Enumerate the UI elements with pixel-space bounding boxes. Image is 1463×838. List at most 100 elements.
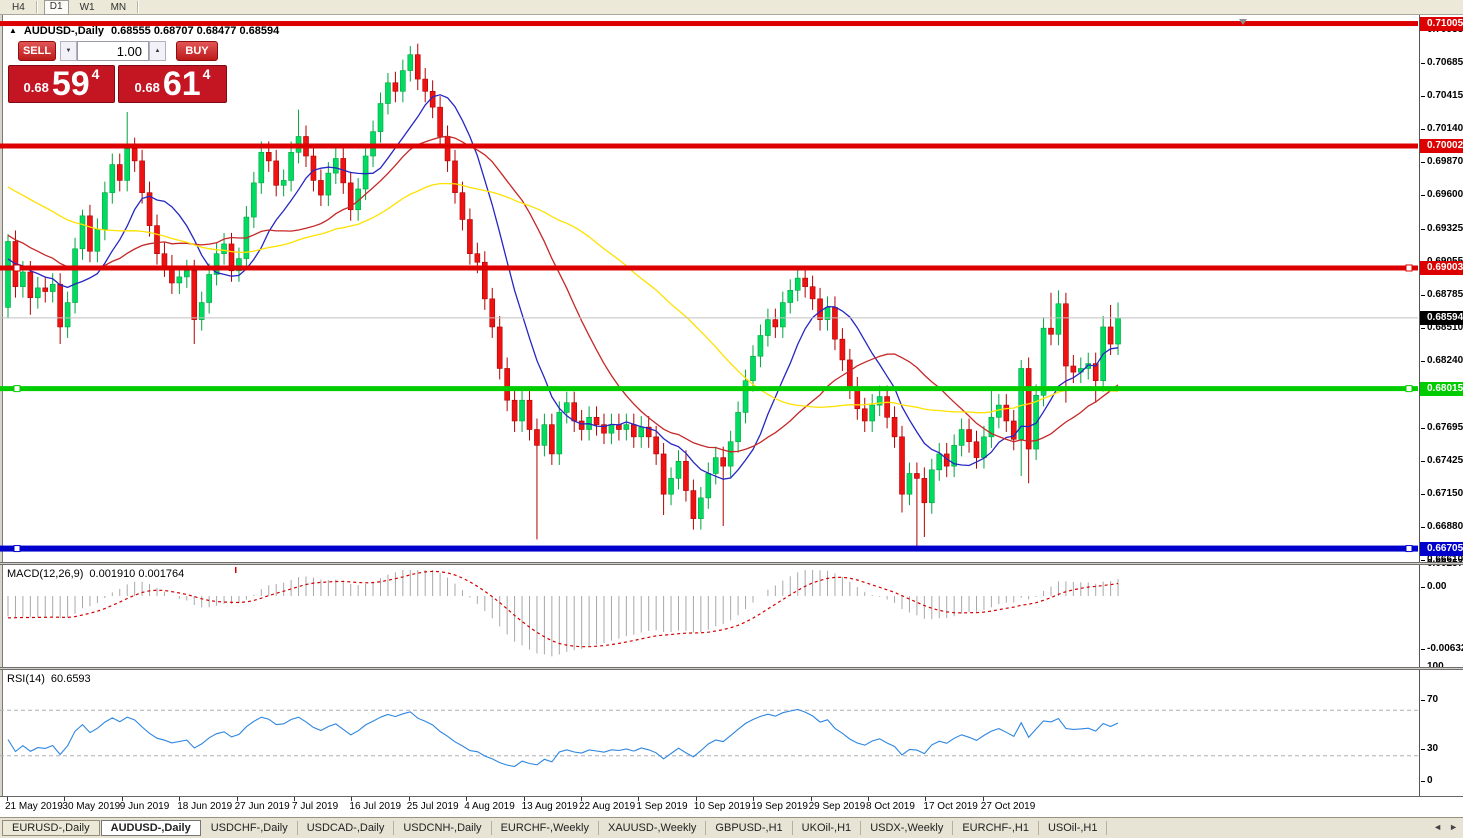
date-tick — [121, 797, 123, 801]
candle-body — [549, 424, 555, 455]
candle-body — [27, 271, 34, 298]
tab-xauusd-weekly[interactable]: XAUUSD-,Weekly — [599, 821, 707, 835]
macd-tick-artifact — [235, 567, 237, 573]
horizontal-line-0.69003[interactable] — [0, 265, 1418, 271]
horizontal-line-0.68015[interactable] — [0, 386, 1418, 392]
candle-body — [742, 380, 749, 413]
tab-gbpusd-h1[interactable]: GBPUSD-,H1 — [706, 821, 793, 835]
volume-input[interactable] — [77, 41, 149, 61]
candle-body — [921, 478, 928, 504]
candle-body — [511, 399, 518, 422]
candle-body — [452, 160, 458, 193]
candle-body — [757, 335, 764, 357]
timeframe-button-d1[interactable]: D1 — [43, 0, 69, 15]
date-tick — [64, 797, 66, 801]
candle-body — [444, 136, 451, 162]
tab-audusd-daily[interactable]: AUDUSD-,Daily — [100, 820, 201, 836]
time-axis[interactable]: 21 May 2019 30 May 2019 9 Jun 2019 18 Jun 2… — [0, 796, 1463, 817]
candle-body — [1048, 327, 1054, 335]
date-label: 27 Oct 2019 — [980, 801, 1036, 812]
candle-body — [377, 103, 384, 132]
candle-body — [750, 355, 756, 381]
sell-button[interactable]: SELL — [18, 41, 56, 61]
tab-eurchf-h1[interactable]: EURCHF-,H1 — [953, 821, 1039, 835]
date-label: 22 Aug 2019 — [579, 801, 636, 812]
candle-body — [981, 436, 987, 458]
date-tick — [523, 797, 525, 801]
candle-body — [325, 172, 332, 196]
candle-body — [869, 404, 876, 422]
volume-increase-button[interactable]: ▲ — [149, 41, 166, 61]
candle-body — [690, 490, 697, 519]
timeframe-button-w1[interactable]: W1 — [75, 1, 100, 14]
sell-price-box[interactable]: 0.68 59 4 — [8, 65, 115, 103]
level-price-label: 0.69003 — [1420, 260, 1463, 275]
candle-body — [414, 54, 421, 80]
date-tick — [810, 797, 812, 801]
candle-body — [221, 243, 227, 254]
volume-decrease-button[interactable]: ▼ — [60, 41, 77, 61]
line-handle — [13, 545, 21, 553]
candle-body — [623, 424, 630, 430]
tab-eurusd-daily[interactable]: EURUSD-,Daily — [2, 820, 100, 836]
horizontal-line-0.70002[interactable] — [0, 143, 1418, 149]
macd-histogram — [7, 570, 1119, 657]
trade-panel-toggle-icon[interactable]: ▲ — [9, 26, 17, 36]
tab-ukoil-h1[interactable]: UKOil-,H1 — [793, 821, 862, 835]
candle-body — [556, 412, 563, 455]
candle-body — [936, 453, 943, 471]
price-tick-label: 0.66880 — [1420, 521, 1463, 533]
tab-usdx-weekly[interactable]: USDX-,Weekly — [861, 821, 954, 835]
tab-scroll-left-icon[interactable]: ◄ — [1433, 822, 1442, 832]
price-tick-label: 0.68240 — [1420, 355, 1463, 367]
horizontal-line-0.66705[interactable] — [0, 545, 1418, 552]
sell-price-big-digits: 59 — [51, 65, 90, 103]
tab-usdcad-daily[interactable]: USDCAD-,Daily — [298, 821, 395, 835]
tab-usdchf-daily[interactable]: USDCHF-,Daily — [202, 821, 298, 835]
buy-button[interactable]: BUY — [176, 41, 218, 61]
tab-eurchf-weekly[interactable]: EURCHF-,Weekly — [492, 821, 599, 835]
candle-body — [57, 283, 63, 328]
candle-body — [899, 436, 905, 495]
candle-body — [1025, 368, 1032, 450]
date-tick — [925, 797, 927, 801]
price-tick-label: 0.70415 — [1420, 90, 1463, 102]
panel-separator[interactable] — [0, 562, 1463, 565]
candle-body — [720, 457, 727, 467]
chart-title-row: ▲ AUDUSD-,Daily 0.68555 0.68707 0.68477 … — [9, 25, 279, 37]
panel-separator[interactable] — [0, 667, 1463, 670]
date-tick — [294, 797, 295, 801]
tab-scroll-right-icon[interactable]: ► — [1449, 822, 1458, 832]
candle-body — [139, 160, 145, 193]
timeframe-button-mn[interactable]: MN — [106, 1, 132, 14]
timeframe-toolbar: H4 D1 W1 MN — [0, 0, 1463, 15]
candle-body — [459, 192, 466, 220]
macd-indicator-panel — [7, 567, 1119, 657]
price-tick-label: 0.70685 — [1420, 57, 1463, 69]
candle-body — [571, 402, 578, 422]
candle-body — [64, 302, 71, 328]
date-label: 16 Jul 2019 — [349, 801, 402, 812]
buy-price-pip-digit: 4 — [202, 66, 211, 82]
candle-body — [258, 152, 265, 184]
candle-body — [422, 78, 429, 92]
timeframe-button-h4[interactable]: H4 — [7, 1, 30, 14]
candle-body — [772, 319, 779, 328]
candle-body — [1040, 327, 1047, 396]
candle-body — [280, 180, 287, 186]
candle-body — [705, 473, 712, 499]
sell-price-pip-digit: 4 — [91, 66, 100, 82]
candle-body — [563, 402, 570, 413]
buy-price-box[interactable]: 0.68 61 4 — [118, 65, 227, 103]
tab-usdcnh-daily[interactable]: USDCNH-,Daily — [394, 821, 492, 835]
line-handle — [1405, 545, 1413, 553]
macd-signal-line — [7, 570, 1119, 648]
date-label: 1 Sep 2019 — [636, 801, 688, 812]
date-label: 27 Jun 2019 — [234, 801, 290, 812]
rsi-label: RSI(14) 60.6593 — [7, 673, 91, 685]
price-axis[interactable]: 0.709550.706850.704150.701400.698700.696… — [1419, 15, 1463, 796]
date-tick — [351, 797, 353, 801]
candle-body — [847, 359, 853, 389]
candle-body — [578, 420, 585, 430]
tab-usoil-h1[interactable]: USOil-,H1 — [1039, 821, 1108, 835]
